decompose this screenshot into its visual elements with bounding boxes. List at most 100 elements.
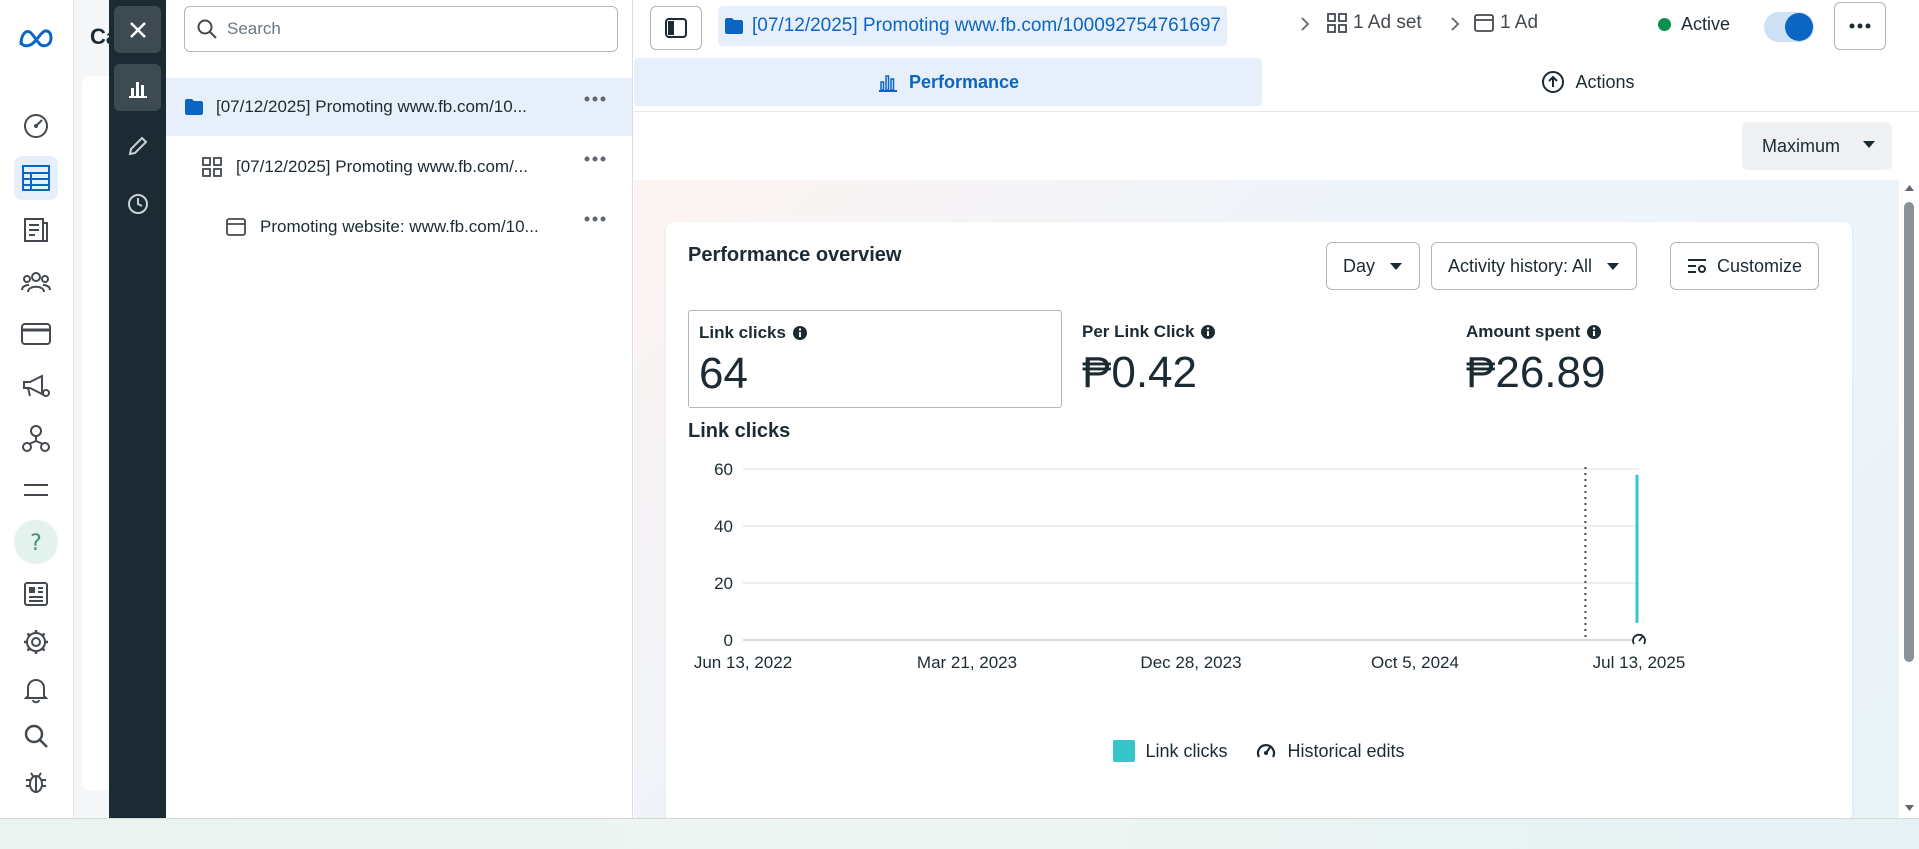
metric-amount-spent[interactable]: Amount spent ₱26.89 [1456,310,1826,408]
report-bug-icon[interactable] [14,760,58,804]
search-icon [197,19,217,39]
chevron-right-icon [1451,17,1460,31]
close-editor-button[interactable] [114,6,161,53]
notifications-bell-icon[interactable] [14,668,58,712]
metric-value: ₱26.89 [1466,348,1606,397]
more-options-icon [1849,23,1871,29]
status-dot [1658,18,1671,31]
billing-card-icon[interactable] [14,312,58,356]
legend-item-link-clicks[interactable]: Link clicks [1113,740,1227,762]
clock-icon [127,193,148,214]
x-tick-label: Oct 5, 2024 [1371,653,1459,672]
granularity-value: Day [1343,255,1376,276]
underlying-page-panel [82,76,110,790]
date-range-dropdown[interactable]: Maximum [1742,122,1892,170]
history-button[interactable] [114,180,161,227]
metric-cost-per-link-click[interactable]: Per Link Click ₱0.42 [1072,310,1442,408]
x-tick-label: Jul 13, 2025 [1593,653,1686,672]
edit-button[interactable] [114,122,161,169]
tree-item-label: Promoting website: www.fb.com/10... [260,217,539,236]
chart-x-ticks: Jun 13, 2022 Mar 21, 2023 Dec 28, 2023 Oct … [694,653,1685,672]
metric-value: ₱0.42 [1082,348,1197,397]
breadcrumb-campaign[interactable]: [07/12/2025] Promoting www.fb.com/100092… [718,6,1227,46]
reports-icon[interactable] [14,208,58,252]
chart-grid [743,468,1639,641]
chart-title: Link clicks [688,420,791,442]
ad-set-grid-icon [1327,13,1347,33]
all-tools-menu-icon[interactable] [14,468,58,512]
ad-icon [226,218,246,236]
more-options-icon[interactable] [584,156,606,162]
activity-history-dropdown[interactable]: Activity history: All [1431,242,1638,290]
meta-logo-icon[interactable] [14,16,58,60]
performance-view-button[interactable] [114,64,161,111]
close-icon [129,21,146,38]
ad-settings-megaphone-icon[interactable] [14,364,58,408]
x-tick-label: Jun 13, 2022 [694,653,792,672]
svg-text:?: ? [30,531,42,555]
legend-item-historical-edits[interactable]: Historical edits [1255,740,1405,762]
info-icon[interactable] [792,325,808,341]
audiences-icon[interactable] [14,260,58,304]
tree-item-campaign[interactable]: [07/12/2025] Promoting www.fb.com/10... [166,78,632,136]
breadcrumb-adset[interactable]: 1 Ad set [1327,12,1422,34]
granularity-dropdown[interactable]: Day [1326,242,1421,290]
metric-link-clicks[interactable]: Link clicks 64 [688,310,1062,408]
y-tick-label: 60 [714,460,733,479]
scroll-down-arrow-icon[interactable] [1904,804,1915,812]
top-bar: [07/12/2025] Promoting www.fb.com/100092… [634,0,1919,54]
help-icon[interactable]: ? [14,520,58,564]
info-icon[interactable] [1200,324,1216,340]
breadcrumb-adset-label: 1 Ad set [1353,12,1422,33]
ads-manager-table-icon[interactable] [14,156,58,200]
sidebar-panel-icon [665,18,687,38]
breadcrumb-ad-label: 1 Ad [1500,12,1539,33]
link-clicks-chart: 0 20 40 60 Jun 13, 2022 Mar 21, 2023 Dec 28, … [694,460,1685,672]
tree-search-box[interactable] [184,6,618,52]
legend-label: Link clicks [1145,740,1228,761]
y-tick-label: 20 [714,574,733,593]
more-options-icon[interactable] [584,96,606,102]
campaign-on-off-toggle[interactable] [1764,12,1814,42]
tree-item-ad[interactable]: Promoting website: www.fb.com/10... [166,198,632,256]
app-nav-rail: ? [0,0,74,818]
metric-label: Link clicks [699,323,786,342]
underlying-page-title: Ca [90,24,110,49]
card-title: Performance overview [688,244,902,266]
business-tools-icon[interactable] [14,416,58,460]
tree-item-ad-set[interactable]: [07/12/2025] Promoting www.fb.com/... [166,138,632,196]
folder-icon [725,18,743,34]
caret-down-icon [1390,262,1403,270]
ad-set-grid-icon [202,157,222,177]
more-options-icon[interactable] [584,216,606,222]
performance-overview-card: Performance overview Day Activity histor… [666,222,1852,822]
scrollbar-thumb[interactable] [1904,202,1914,662]
customize-button[interactable]: Customize [1670,242,1820,290]
performance-canvas: Performance overview Day Activity histor… [634,180,1899,822]
ad-icon [1474,14,1494,32]
settings-gear-icon[interactable] [14,620,58,664]
tree-search-input[interactable] [227,19,587,39]
scroll-up-arrow-icon[interactable] [1904,184,1915,192]
breadcrumb-campaign-label: [07/12/2025] Promoting www.fb.com/100092… [752,15,1221,36]
more-actions-button[interactable] [1834,2,1886,50]
breadcrumb-ad[interactable]: 1 Ad [1474,12,1538,34]
tab-label: Performance [908,71,1020,92]
chevron-right-icon [1301,17,1310,31]
vertical-scrollbar[interactable] [1900,182,1919,818]
tab-performance[interactable]: Performance [634,58,1262,106]
historical-edit-marker [1632,633,1646,647]
page-footer-strip [0,818,1919,849]
legend-label: Historical edits [1287,740,1405,761]
folder-icon [185,99,203,115]
tab-actions[interactable]: Actions [1274,58,1902,106]
metric-label: Amount spent [1466,322,1581,341]
toggle-sidebar-button[interactable] [650,6,702,50]
search-icon[interactable] [14,714,58,758]
campaign-tree-panel: [07/12/2025] Promoting www.fb.com/10... … [166,0,633,818]
info-icon[interactable] [1586,324,1602,340]
underlying-page-peek: Ca [74,0,110,818]
main-panel: [07/12/2025] Promoting www.fb.com/100092… [634,0,1919,822]
dashboard-gauge-icon[interactable] [14,104,58,148]
news-icon[interactable] [14,572,58,616]
